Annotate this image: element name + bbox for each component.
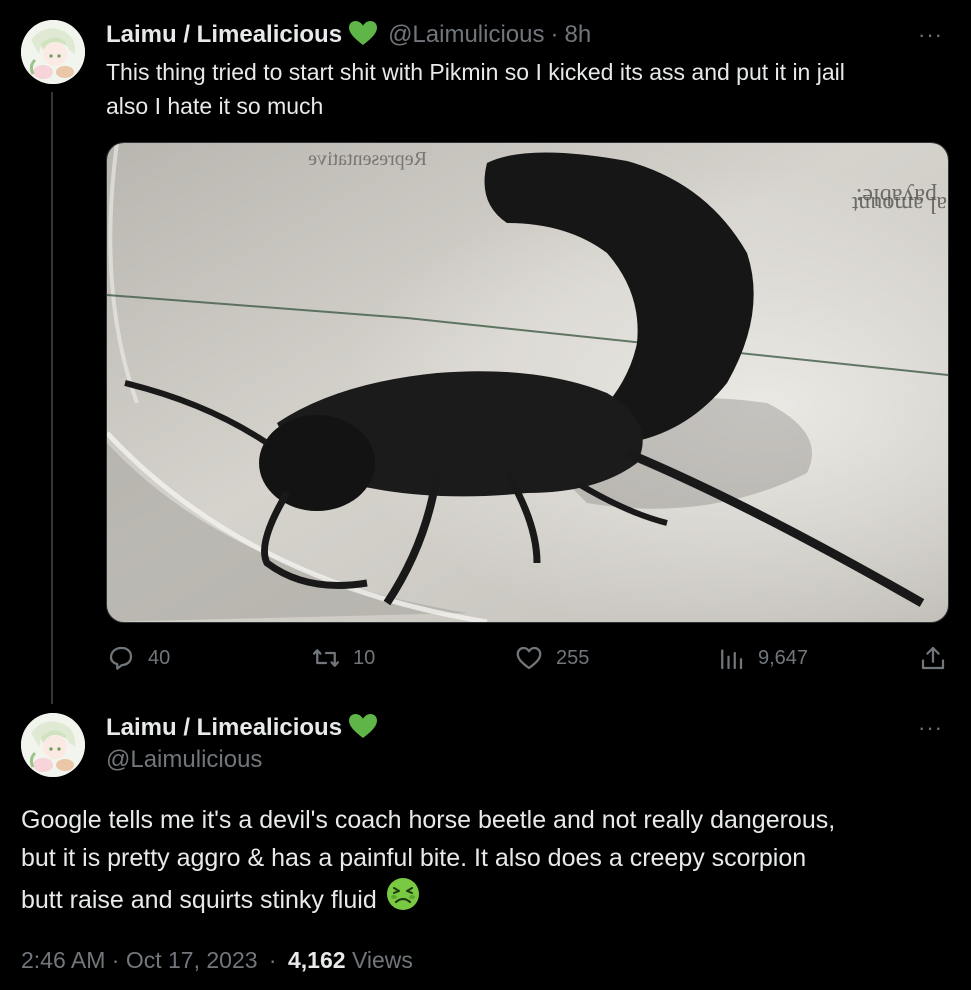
share-icon — [921, 646, 945, 670]
like-count: 255 — [556, 646, 590, 669]
thread-line — [51, 92, 53, 704]
tweet-footer: 2:46 AM · Oct 17, 2023 · 4,162 Views — [21, 947, 413, 974]
svg-text:al amount: al amount — [851, 191, 947, 217]
tweet-header: Laimu / Limealicious @Laimulicious · 8h — [106, 20, 591, 50]
reply-button[interactable]: 40 — [106, 643, 170, 673]
share-button[interactable] — [918, 643, 960, 673]
like-button[interactable]: 255 — [514, 643, 589, 673]
tweet-text-line: but it is pretty aggro & has a painful b… — [21, 844, 807, 872]
tweet-text-line: This thing tried to start shit with Pikm… — [106, 59, 845, 85]
reply-count: 40 — [148, 646, 171, 669]
more-options-icon[interactable]: ··· — [918, 715, 943, 741]
retweet-button[interactable]: 10 — [311, 643, 375, 673]
footer-separator: · — [268, 947, 277, 973]
timestamp[interactable]: 8h — [564, 21, 591, 49]
separator: · — [550, 21, 559, 48]
more-options-icon[interactable]: ··· — [918, 22, 943, 48]
display-name[interactable]: Laimu / Limealicious — [106, 714, 342, 742]
retweet-count: 10 — [353, 646, 376, 669]
svg-text:Representative: Representative — [308, 148, 427, 170]
tweet-timestamp[interactable]: 2:46 AM · Oct 17, 2023 — [21, 947, 258, 973]
tweet-photo[interactable]: Representative payable: al amount — [106, 142, 949, 623]
retweet-icon — [313, 649, 339, 667]
avatar[interactable] — [21, 20, 85, 84]
green-heart-icon — [348, 713, 378, 744]
handle[interactable]: @Laimulicious — [388, 21, 544, 49]
reply-icon — [109, 646, 133, 670]
views-count: 4,162 — [287, 947, 346, 973]
tweet-text-line-wrap: butt raise and squirts stinky fluid — [21, 877, 835, 922]
avatar[interactable] — [21, 713, 85, 777]
view-count: 9,647 — [758, 646, 809, 669]
tweet-header: Laimu / Limealicious — [106, 713, 378, 743]
tweet-text-line: butt raise and squirts stinky fluid — [21, 885, 377, 914]
tweet-text: Google tells me it's a devil's coach hor… — [21, 801, 835, 922]
tweet-text-line: also I hate it so much — [106, 93, 324, 119]
tweet-text-line: Google tells me it's a devil's coach hor… — [21, 806, 836, 834]
tweet-text: This thing tried to start shit with Pikm… — [106, 55, 845, 123]
views-button[interactable]: 9,647 — [716, 643, 808, 673]
green-heart-icon — [348, 20, 378, 51]
nauseated-face-icon — [386, 877, 420, 922]
views-label: Views — [351, 947, 413, 973]
handle[interactable]: @Laimulicious — [106, 746, 262, 774]
analytics-icon — [721, 649, 743, 670]
heart-icon — [516, 646, 542, 670]
display-name[interactable]: Laimu / Limealicious — [106, 21, 342, 49]
